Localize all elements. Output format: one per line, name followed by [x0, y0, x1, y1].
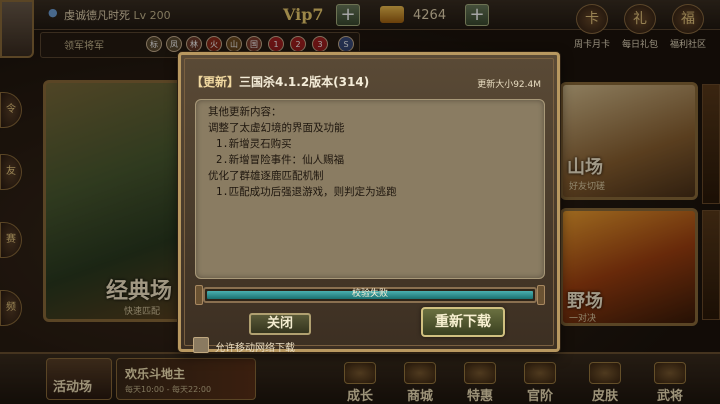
mobile-download-label: 允许移动网络下载: [215, 343, 295, 354]
close-button[interactable]: 关闭: [249, 313, 311, 335]
update-size: 更新大小92.4M: [477, 80, 541, 90]
redownload-button[interactable]: 重新下载: [421, 307, 505, 337]
release-notes-box[interactable]: 其他更新内容： 调整了太虚幻境的界面及功能 1.新增灵石购买 2.新增冒险事件：…: [195, 99, 545, 279]
progress-status: 校验失败: [351, 289, 388, 299]
mobile-download-checkbox[interactable]: [193, 337, 209, 353]
update-dialog: 【更新】三国杀4.1.2版本(314) 更新大小92.4M 其他更新内容： 调整…: [178, 52, 560, 354]
dialog-title: 【更新】三国杀4.1.2版本(314): [191, 75, 370, 89]
release-notes: 其他更新内容： 调整了太虚幻境的界面及功能 1.新增灵石购买 2.新增冒险事件：…: [208, 106, 397, 198]
download-progress-bar: 校验失败: [203, 287, 537, 303]
progress-cap-right: [537, 285, 545, 305]
progress-cap-left: [195, 285, 203, 305]
